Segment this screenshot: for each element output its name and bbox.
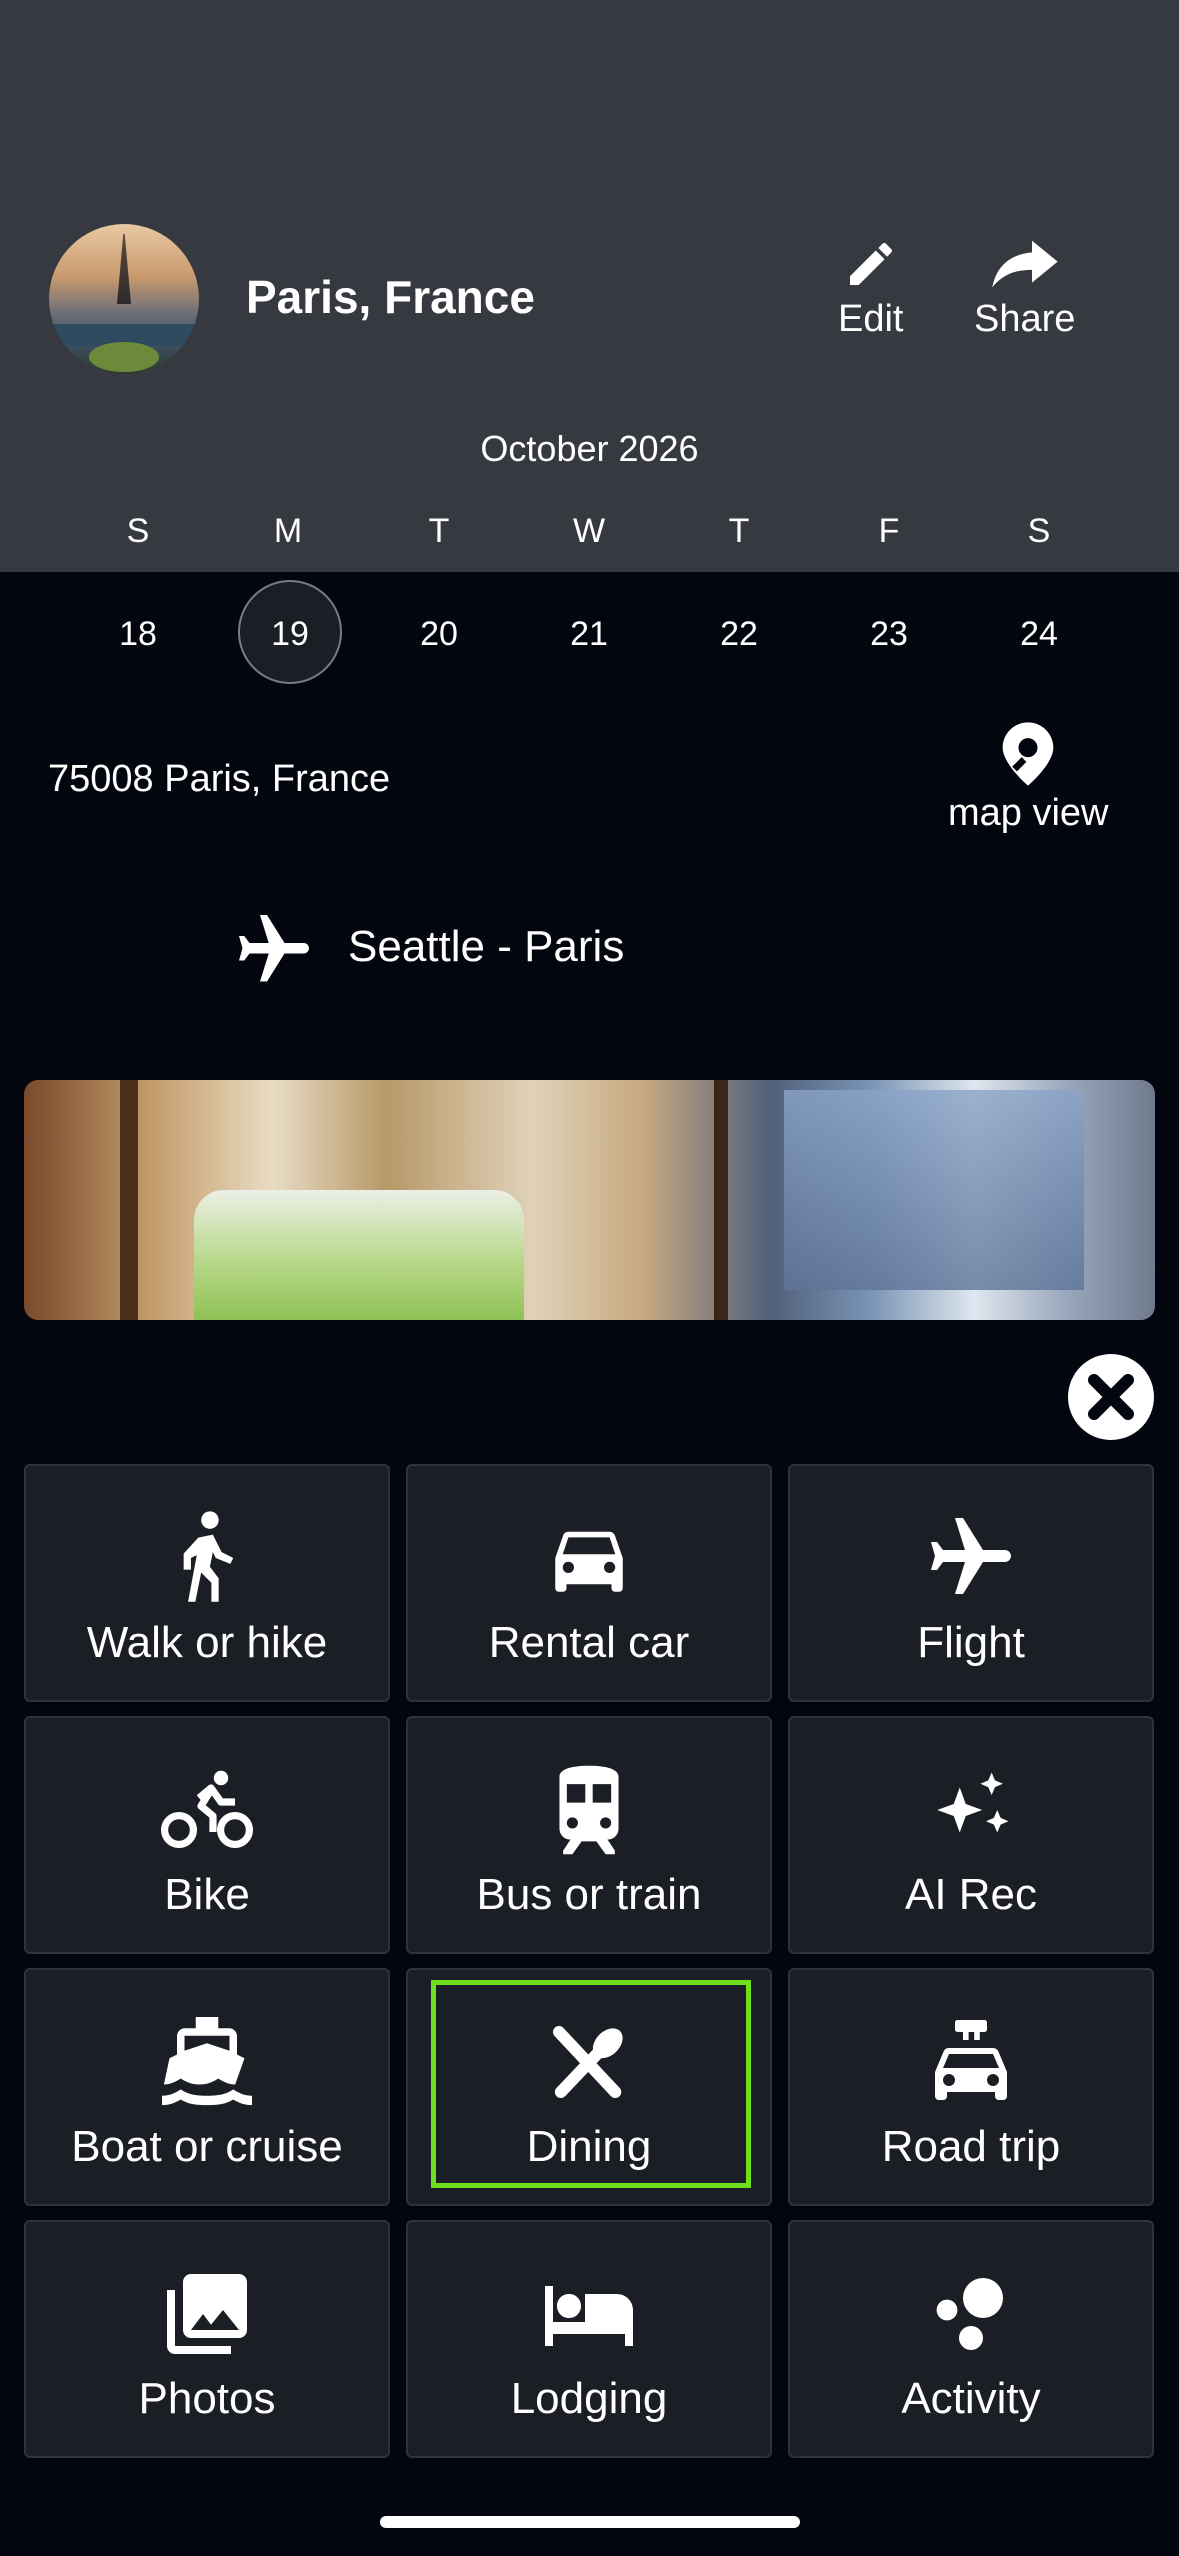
flight-route-label: Seattle - Paris bbox=[348, 922, 625, 971]
calendar-day[interactable]: 22 bbox=[687, 582, 791, 686]
menu-item-label: Activity bbox=[901, 2374, 1041, 2423]
dining-highlight-frame bbox=[431, 1980, 751, 2188]
bed-icon bbox=[545, 2286, 633, 2346]
flight-segment[interactable]: Seattle - Paris bbox=[232, 908, 624, 988]
weekday-label: T bbox=[428, 512, 450, 550]
boat-icon bbox=[162, 2017, 252, 2106]
airplane-icon bbox=[239, 915, 309, 982]
menu-item-bike[interactable]: Bike bbox=[24, 1716, 390, 1954]
edit-label: Edit bbox=[838, 298, 904, 340]
menu-item-label: Flight bbox=[917, 1618, 1025, 1667]
weekday-label: W bbox=[572, 512, 606, 550]
share-arrow-icon bbox=[992, 240, 1058, 288]
weekday-label: S bbox=[126, 512, 150, 550]
calendar-day[interactable]: 21 bbox=[537, 582, 641, 686]
close-icon bbox=[1088, 1374, 1134, 1420]
weekday-label: M bbox=[273, 512, 303, 550]
weekday-label: S bbox=[1027, 512, 1051, 550]
menu-item-ai-rec[interactable]: AI Rec bbox=[788, 1716, 1154, 1954]
menu-item-label: Walk or hike bbox=[86, 1618, 328, 1667]
menu-item-photos[interactable]: Photos bbox=[24, 2220, 390, 2458]
menu-item-boat-or-cruise[interactable]: Boat or cruise bbox=[24, 1968, 390, 2206]
menu-item-label: Photos bbox=[138, 2374, 276, 2423]
trip-header: Paris, France Edit Share October 2026 S … bbox=[0, 0, 1179, 572]
photos-icon bbox=[167, 2274, 247, 2354]
calendar-day[interactable]: 23 bbox=[837, 582, 941, 686]
menu-item-label: Rental car bbox=[488, 1618, 690, 1667]
share-label: Share bbox=[974, 298, 1076, 340]
menu-item-label: Bike bbox=[164, 1870, 250, 1919]
walk-icon bbox=[183, 1511, 234, 1602]
menu-item-label: Lodging bbox=[510, 2374, 668, 2423]
menu-item-label: Bus or train bbox=[476, 1870, 702, 1919]
map-pin-icon bbox=[1002, 722, 1054, 786]
menu-item-label: Road trip bbox=[881, 2122, 1061, 2171]
home-indicator[interactable] bbox=[380, 2516, 800, 2528]
bike-icon bbox=[161, 1770, 253, 1848]
calendar-month: October 2026 bbox=[480, 428, 699, 469]
calendar-day[interactable]: 18 bbox=[86, 582, 190, 686]
menu-item-walk-or-hike[interactable]: Walk or hike bbox=[24, 1464, 390, 1702]
airplane-icon bbox=[931, 1518, 1011, 1594]
weekday-label: F bbox=[878, 512, 900, 550]
menu-item-label: Boat or cruise bbox=[71, 2122, 343, 2171]
calendar-day[interactable]: 20 bbox=[387, 582, 491, 686]
menu-item-road-trip[interactable]: Road trip bbox=[788, 1968, 1154, 2206]
menu-item-lodging[interactable]: Lodging bbox=[406, 2220, 772, 2458]
edit-button[interactable]: Edit bbox=[838, 236, 903, 341]
menu-item-flight[interactable]: Flight bbox=[788, 1464, 1154, 1702]
menu-item-bus-or-train[interactable]: Bus or train bbox=[406, 1716, 772, 1954]
map-view-button[interactable]: map view bbox=[948, 716, 1109, 835]
share-button[interactable]: Share bbox=[974, 236, 1075, 341]
menu-item-label: AI Rec bbox=[904, 1870, 1038, 1919]
train-icon bbox=[559, 1765, 619, 1855]
weekday-label: T bbox=[728, 512, 750, 550]
car-icon bbox=[555, 1531, 623, 1592]
location-address: 75008 Paris, France bbox=[48, 758, 391, 800]
pencil-icon bbox=[849, 242, 892, 285]
destination-photo[interactable] bbox=[24, 1080, 1155, 1320]
calendar-day-selected[interactable]: 19 bbox=[238, 580, 342, 684]
road-trip-icon bbox=[935, 2020, 1007, 2100]
activity-icon bbox=[936, 2278, 1003, 2350]
menu-item-activity[interactable]: Activity bbox=[788, 2220, 1154, 2458]
destination-avatar[interactable] bbox=[49, 224, 199, 374]
calendar-day[interactable]: 24 bbox=[987, 582, 1091, 686]
page-title: Paris, France bbox=[246, 271, 535, 323]
sparkle-icon bbox=[937, 1772, 1009, 1833]
map-view-label: map view bbox=[948, 792, 1109, 834]
close-menu-button[interactable] bbox=[1068, 1354, 1154, 1440]
menu-item-rental-car[interactable]: Rental car bbox=[406, 1464, 772, 1702]
